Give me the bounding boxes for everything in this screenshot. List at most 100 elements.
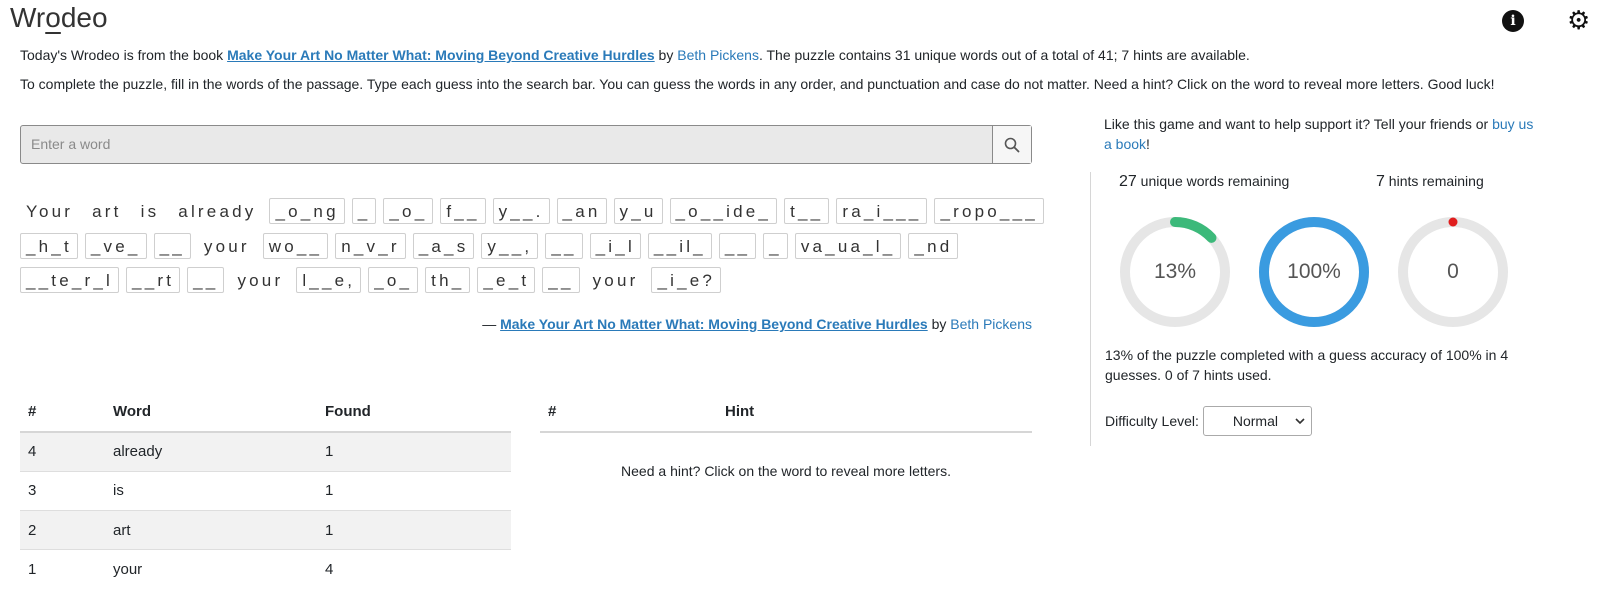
completion-ring: 13% (1119, 216, 1231, 328)
hidden-word[interactable]: t__ (784, 198, 830, 225)
hint-empty-message: Need a hint? Click on the word to reveal… (621, 463, 951, 479)
hidden-word[interactable]: _o_ (383, 198, 434, 225)
hidden-word[interactable]: l__e, (296, 267, 362, 294)
app-title: Wrodeo (10, 2, 108, 34)
column-header: # (540, 392, 717, 433)
column-header[interactable]: # (20, 392, 105, 433)
support-copy: ! (1146, 136, 1150, 152)
hidden-word[interactable]: _o_ (368, 267, 419, 294)
hidden-word[interactable]: __ (545, 232, 583, 259)
hints-used-value: 0 (1447, 260, 1459, 283)
hints-used-ring: 0 (1397, 216, 1509, 328)
row-number: 4 (20, 431, 105, 472)
hidden-word[interactable]: _e_t (477, 267, 536, 294)
attribution-dash: — (482, 316, 501, 332)
attribution-author-link[interactable]: Beth Pickens (950, 316, 1032, 332)
sidebar-divider (1090, 172, 1091, 446)
hidden-word[interactable]: _o_ng (269, 198, 345, 225)
hints-remaining: 7 hints remaining (1376, 173, 1484, 191)
support-copy: Like this game and want to help support … (1104, 116, 1493, 132)
unique-words-label: unique words remaining (1136, 173, 1290, 189)
hidden-word[interactable]: ra_i___ (836, 198, 928, 225)
column-header[interactable]: Found (317, 392, 511, 433)
hidden-word[interactable]: _an (556, 198, 607, 225)
search-button[interactable] (992, 126, 1031, 163)
passage: Your art is already _o_ng _ _o_ f__ y__. _an y_u _o… (20, 194, 1044, 298)
search-icon (1004, 137, 1020, 152)
hidden-word[interactable]: _i_l (589, 232, 641, 259)
chevron-down-icon (1295, 417, 1305, 424)
revealed-word: Your (26, 202, 74, 222)
search-input[interactable]: Enter a word (21, 126, 992, 163)
hidden-word[interactable]: _i_e? (651, 267, 722, 294)
table-row: 1 your 4 (20, 549, 511, 590)
found-word: art (105, 510, 317, 550)
gear-icon[interactable]: ⚙ (1567, 6, 1590, 36)
hidden-word[interactable]: _h_t (20, 232, 78, 259)
hidden-word[interactable]: __rt (126, 267, 181, 294)
hidden-word[interactable]: _nd (908, 232, 959, 259)
attribution-by: by (927, 316, 951, 332)
hidden-word[interactable]: y__, (481, 232, 539, 259)
hidden-word[interactable]: th_ (425, 267, 471, 294)
passage-attribution: — Make Your Art No Matter What: Moving B… (482, 316, 1032, 332)
column-header: Hint (717, 392, 1032, 433)
hints-label: hints remaining (1384, 173, 1484, 189)
title-part: deo (60, 2, 108, 33)
found-count: 1 (317, 431, 511, 472)
found-words-table: # Word Found 4 already 1 3 is 1 2 art 1 1 your 4 (20, 392, 511, 590)
revealed-word: your (203, 236, 250, 256)
intro-line-1: Today's Wrodeo is from the book Make You… (20, 47, 1250, 63)
row-number: 2 (20, 510, 105, 550)
passage-line: __te_r_l __rt __ your l__e, _o_ th_ _e_t __ your _… (20, 263, 1032, 298)
table-row: 4 already 1 (20, 431, 511, 472)
hidden-word[interactable]: __ (153, 232, 191, 259)
hidden-word[interactable]: _o__ide_ (669, 198, 778, 225)
hidden-word[interactable]: y__. (492, 198, 550, 225)
hints-table: # Hint (540, 392, 1032, 433)
support-text: Like this game and want to help support … (1104, 114, 1544, 154)
completion-value: 13% (1153, 260, 1197, 283)
found-word: is (105, 470, 317, 511)
table-row: 2 art 1 (20, 510, 511, 550)
attribution-book-link[interactable]: Make Your Art No Matter What: Moving Bey… (500, 316, 928, 332)
search-bar[interactable]: Enter a word (20, 125, 1032, 164)
intro-text: by (654, 47, 678, 63)
row-number: 1 (20, 549, 105, 590)
revealed-word: already (178, 202, 257, 222)
hidden-word[interactable]: n_v_r (335, 232, 406, 259)
passage-line: Your art is already _o_ng _ _o_ f__ y__. _an y_u _o… (20, 194, 1044, 229)
title-part: o (45, 2, 61, 33)
accuracy-value: 100% (1287, 260, 1341, 283)
hidden-word[interactable]: wo__ (262, 232, 329, 259)
difficulty-select[interactable]: Normal (1202, 406, 1312, 436)
revealed-word: your (592, 271, 639, 291)
row-number: 3 (20, 470, 105, 511)
hidden-word[interactable]: __ (542, 267, 580, 294)
hidden-word[interactable]: y_u (613, 198, 663, 225)
hidden-word[interactable]: __il_ (647, 232, 712, 259)
intro-text: Today's Wrodeo is from the book (20, 47, 228, 63)
difficulty-value: Normal (1232, 413, 1278, 429)
hidden-word[interactable]: _ (351, 198, 377, 225)
hidden-word[interactable]: _ve_ (84, 232, 147, 259)
hints-count: 7 (1376, 173, 1385, 190)
hidden-word[interactable]: f__ (440, 198, 486, 225)
revealed-word: art (92, 202, 122, 222)
title-part: Wr (10, 2, 46, 33)
unique-words-remaining: 27 unique words remaining (1119, 173, 1289, 191)
column-header[interactable]: Word (105, 392, 317, 433)
hidden-word[interactable]: __ (187, 267, 225, 294)
progress-summary: 13% of the puzzle completed with a guess… (1105, 347, 1509, 383)
hidden-word[interactable]: _ropo___ (934, 198, 1044, 225)
hidden-word[interactable]: __ (718, 232, 757, 259)
hidden-word[interactable]: __te_r_l (20, 267, 120, 294)
hidden-word[interactable]: _a_s (412, 232, 475, 259)
book-title-link[interactable]: Make Your Art No Matter What: Moving Bey… (227, 47, 655, 63)
hidden-word[interactable]: _ (763, 232, 788, 259)
author-link[interactable]: Beth Pickens (677, 47, 759, 63)
found-count: 4 (317, 549, 511, 590)
info-icon[interactable]: i (1502, 10, 1524, 32)
table-row: 3 is 1 (20, 470, 511, 511)
hidden-word[interactable]: va_ua_l_ (794, 232, 902, 259)
